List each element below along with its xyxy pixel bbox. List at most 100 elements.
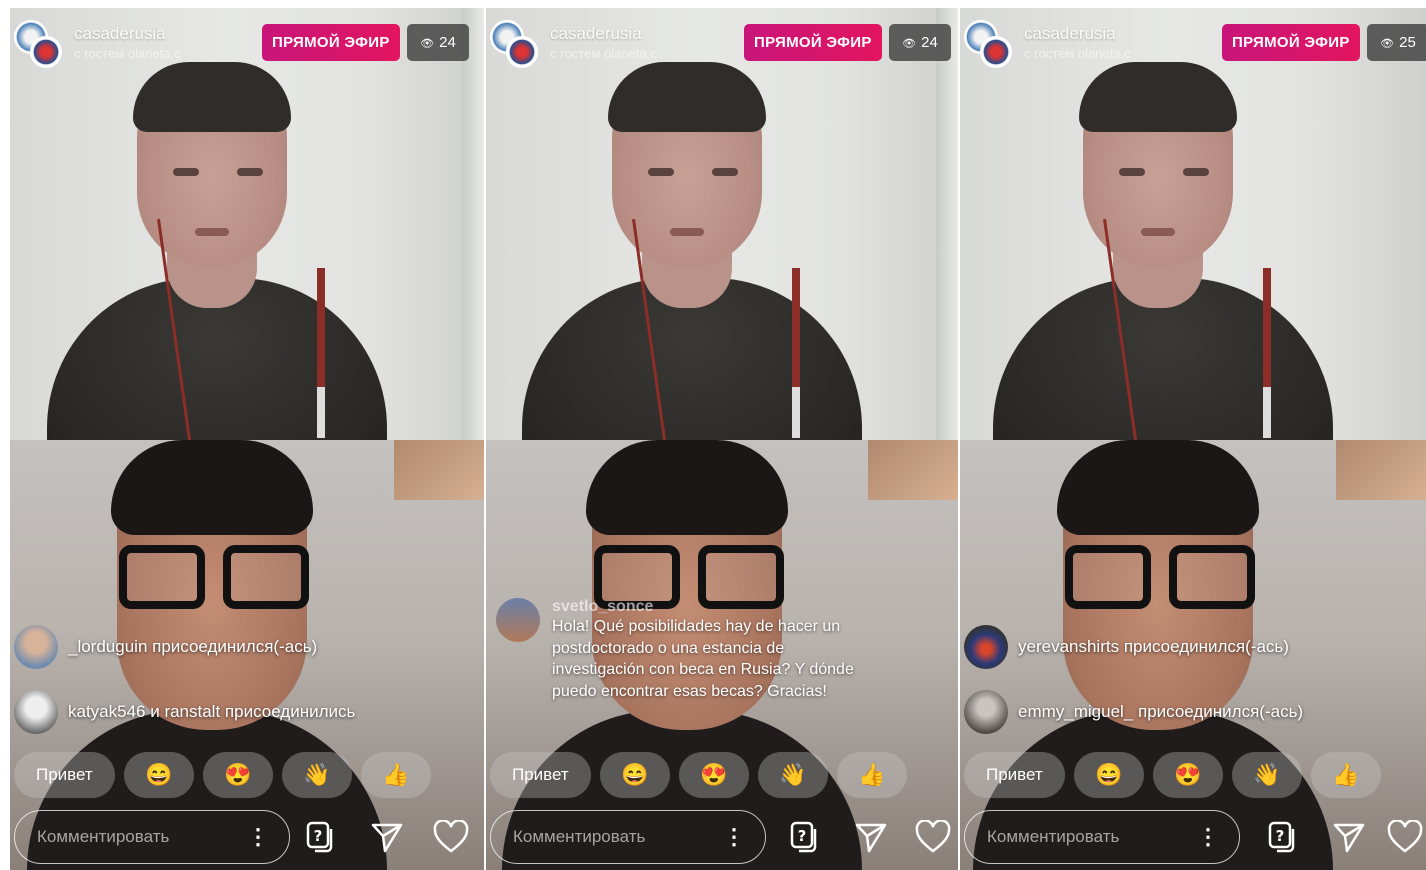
reaction-chip-thumbs-up[interactable]: 👍 [360, 752, 431, 798]
guest-glasses-lens [1065, 545, 1151, 609]
heart-icon[interactable] [1386, 818, 1424, 856]
send-icon[interactable] [852, 818, 890, 856]
host-avatar[interactable] [14, 20, 66, 72]
guest-glasses-lens [119, 545, 205, 609]
join-text: emmy_miguel_ присоединился(-ась) [1018, 702, 1304, 721]
guest-subtitle: с гостем olaneta.c [550, 46, 657, 61]
guest-hair [586, 440, 788, 535]
host-avatar[interactable] [964, 20, 1016, 72]
host-video [486, 8, 958, 440]
reaction-chip-hello[interactable]: Привет [964, 752, 1065, 798]
guest-subtitle: с гостем olaneta.c [74, 46, 181, 61]
wall-poster [394, 440, 484, 500]
host-mouth [1141, 228, 1175, 236]
viewer-count[interactable]: 👁 25 [1367, 24, 1426, 61]
live-stream-panel: casaderusia с гостем olaneta.c ПРЯМОЙ ЭФ… [10, 8, 484, 870]
reaction-chip-wave[interactable]: 👋 [1231, 752, 1302, 798]
reaction-chip-wave[interactable]: 👋 [757, 752, 828, 798]
host-hair [608, 62, 766, 132]
live-badge: ПРЯМОЙ ЭФИР [1222, 24, 1360, 61]
wall-poster [868, 440, 958, 500]
host-eye [1183, 168, 1209, 176]
join-text: _lorduguin присоединился(-ась) [68, 637, 318, 656]
join-notice: katyak546 и ranstalt присоединились [14, 690, 355, 734]
live-stream-panel: casaderusia с гостем olaneta.c ПРЯМОЙ ЭФ… [486, 8, 958, 870]
earphone-mic [792, 268, 800, 438]
comment-input[interactable]: Комментировать ⋮ [490, 810, 766, 864]
reaction-chip-heart-eyes[interactable]: 😍 [678, 752, 749, 798]
join-text: yerevanshirts присоединился(-ась) [1018, 637, 1289, 656]
host-eye [712, 168, 738, 176]
comment-input[interactable]: Комментировать ⋮ [14, 810, 290, 864]
reaction-chip-laugh[interactable]: 😄 [1073, 752, 1144, 798]
host-eye [173, 168, 199, 176]
reaction-chip-wave[interactable]: 👋 [281, 752, 352, 798]
bottom-bar: Комментировать ⋮ ? [960, 806, 1426, 870]
host-mouth [195, 228, 229, 236]
svg-text:?: ? [798, 827, 807, 845]
host-username[interactable]: casaderusia [74, 24, 166, 44]
heart-icon[interactable] [432, 818, 470, 856]
join-notice: _lorduguin присоединился(-ась) [14, 625, 317, 669]
user-avatar[interactable] [964, 625, 1008, 669]
reaction-chip-heart-eyes[interactable]: 😍 [1152, 752, 1223, 798]
comment-placeholder: Комментировать [513, 827, 646, 846]
avatar-guest [506, 36, 538, 68]
guest-glasses-lens [223, 545, 309, 609]
guest-subtitle: с гостем olaneta.c [1024, 46, 1131, 61]
comment-input[interactable]: Комментировать ⋮ [964, 810, 1240, 864]
comment-placeholder: Комментировать [987, 827, 1120, 846]
user-avatar[interactable] [14, 625, 58, 669]
user-avatar[interactable] [14, 690, 58, 734]
question-icon[interactable]: ? [1264, 818, 1302, 856]
live-badge: ПРЯМОЙ ЭФИР [744, 24, 882, 61]
more-options-icon[interactable]: ⋮ [723, 811, 745, 862]
bottom-bar: Комментировать ⋮ ? [486, 806, 958, 870]
user-avatar[interactable] [964, 690, 1008, 734]
wall-edge [462, 8, 484, 440]
wall-edge [936, 8, 958, 440]
user-avatar[interactable] [496, 598, 540, 642]
reaction-chip-thumbs-up[interactable]: 👍 [1310, 752, 1381, 798]
guest-glasses-lens [1169, 545, 1255, 609]
quick-reactions: Привет 😄 😍 👋 👍 [490, 752, 916, 800]
send-icon[interactable] [368, 818, 406, 856]
comment-placeholder: Комментировать [37, 827, 170, 846]
reaction-chip-laugh[interactable]: 😄 [123, 752, 194, 798]
join-notice: emmy_miguel_ присоединился(-ась) [964, 690, 1303, 734]
reaction-chip-heart-eyes[interactable]: 😍 [202, 752, 273, 798]
more-options-icon[interactable]: ⋮ [1197, 811, 1219, 862]
host-hair [133, 62, 291, 132]
quick-reactions: Привет 😄 😍 👋 👍 [14, 752, 440, 800]
viewer-count[interactable]: 👁 24 [407, 24, 469, 61]
reaction-chip-laugh[interactable]: 😄 [599, 752, 670, 798]
reaction-chip-hello[interactable]: Привет [14, 752, 115, 798]
question-icon[interactable]: ? [786, 818, 824, 856]
comment-username[interactable]: svetlo_sonce [552, 598, 872, 616]
host-figure [522, 62, 862, 440]
guest-hair [111, 440, 313, 535]
send-icon[interactable] [1330, 818, 1368, 856]
earphone-mic [317, 268, 325, 438]
svg-text:?: ? [1276, 827, 1285, 845]
more-options-icon[interactable]: ⋮ [247, 811, 269, 862]
question-icon[interactable]: ? [302, 818, 340, 856]
quick-reactions: Привет 😄 😍 👋 👍 [964, 752, 1390, 800]
host-hair [1079, 62, 1237, 132]
host-figure [47, 62, 387, 440]
reaction-chip-hello[interactable]: Привет [490, 752, 591, 798]
reaction-chip-thumbs-up[interactable]: 👍 [836, 752, 907, 798]
join-notice: yerevanshirts присоединился(-ась) [964, 625, 1289, 669]
host-username[interactable]: casaderusia [550, 24, 642, 44]
host-avatar[interactable] [490, 20, 542, 72]
host-username[interactable]: casaderusia [1024, 24, 1116, 44]
earphone-mic [1263, 268, 1271, 438]
host-figure [993, 62, 1333, 440]
eye-icon: 👁 [420, 38, 435, 50]
viewer-count-value: 25 [1399, 34, 1416, 51]
heart-icon[interactable] [914, 818, 952, 856]
bottom-bar: Комментировать ⋮ ? [10, 806, 484, 870]
host-eye [1119, 168, 1145, 176]
host-video [10, 8, 484, 440]
viewer-count[interactable]: 👁 24 [889, 24, 951, 61]
